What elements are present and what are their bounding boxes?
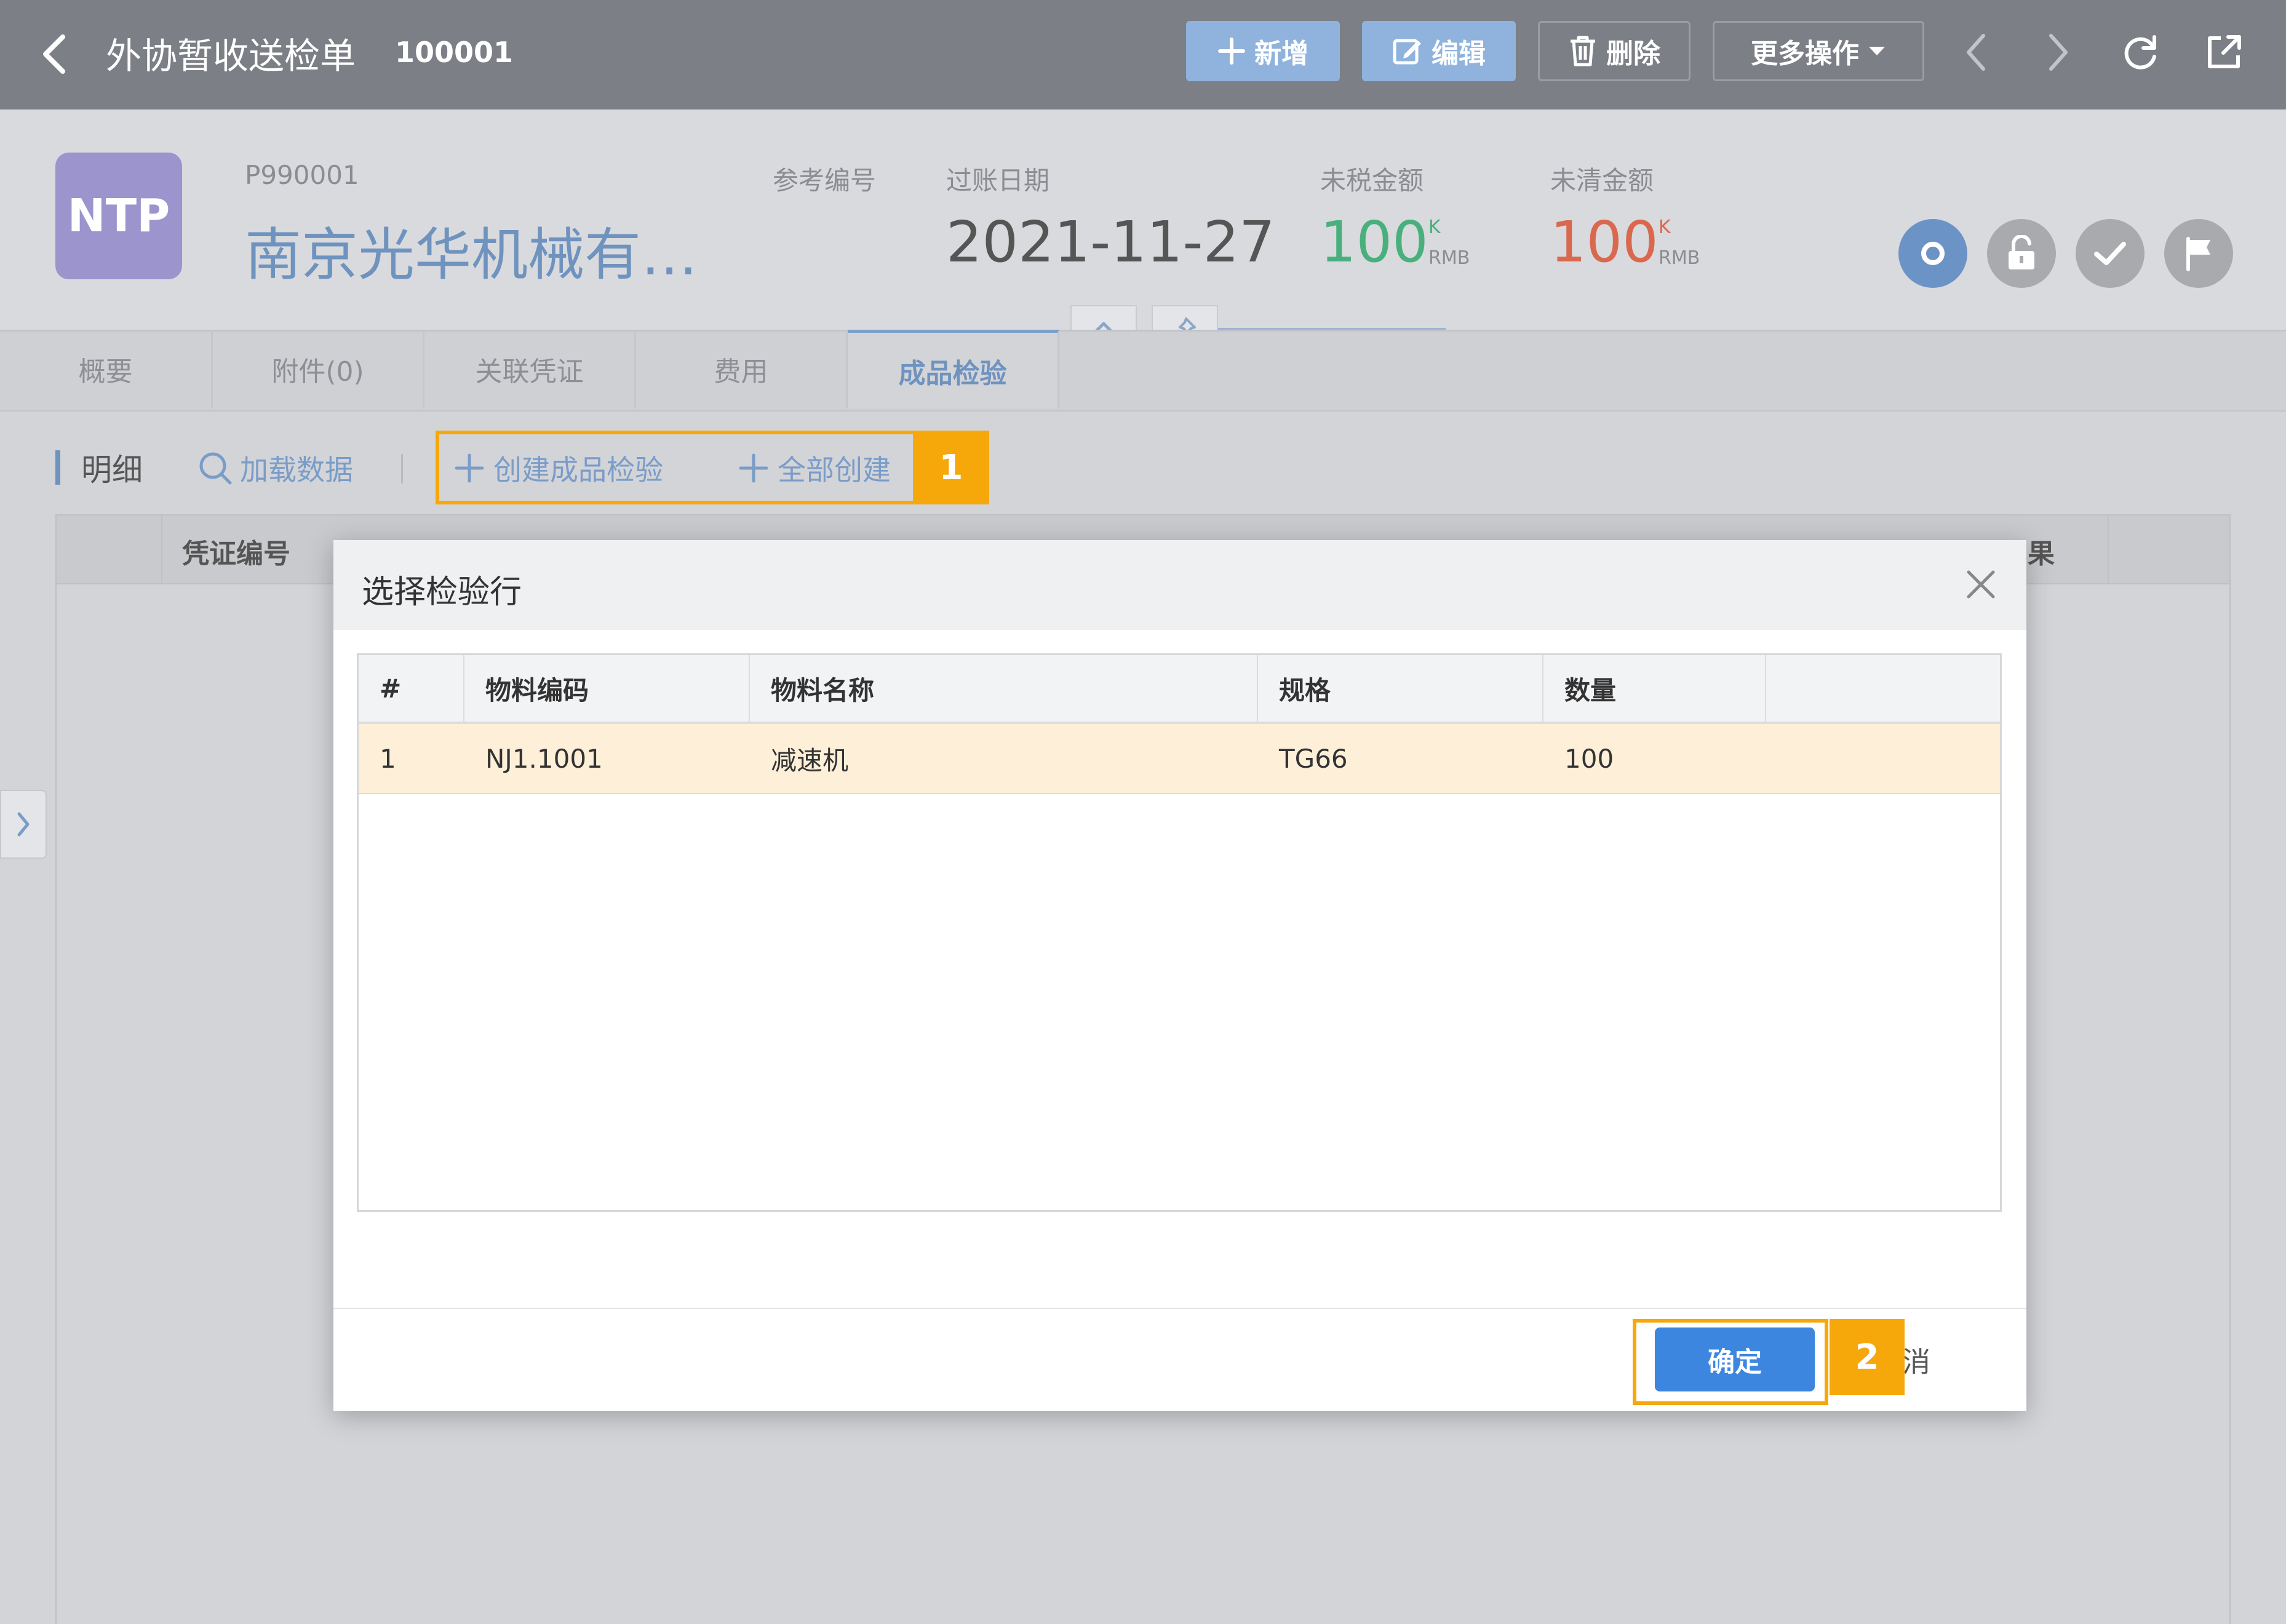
previous-icon[interactable]	[1961, 31, 1992, 74]
plus-icon	[455, 453, 484, 483]
edit-button[interactable]: 编辑	[1362, 21, 1516, 81]
inspection-line-table: # 物料编码 物料名称 规格 数量 1 NJ1.1001 减速机 TG66 10…	[357, 653, 2002, 1212]
untaxed-amount-value: 100	[1320, 209, 1428, 275]
delete-button-label: 删除	[1606, 38, 1660, 70]
grid-col-divider	[161, 514, 162, 584]
cell-blank	[1766, 724, 2000, 794]
plus-icon	[1217, 37, 1246, 65]
table-row[interactable]: 1 NJ1.1001 减速机 TG66 100	[359, 724, 2000, 794]
tab-product-inspection[interactable]: 成品检验	[848, 330, 1059, 408]
doc-number: 100001	[395, 36, 514, 69]
approve-button[interactable]	[2076, 219, 2145, 288]
status-open-button[interactable]	[1898, 219, 1967, 288]
search-icon	[199, 452, 232, 485]
more-actions-label: 更多操作	[1751, 38, 1859, 70]
dialog-footer-divider	[333, 1308, 2026, 1309]
tab-expenses[interactable]: 费用	[636, 330, 848, 408]
edit-icon	[1392, 36, 1423, 66]
reference-label: 参考编号	[773, 165, 877, 196]
next-icon[interactable]	[2042, 31, 2073, 74]
grid-col-divider	[2108, 514, 2109, 584]
create-all-button[interactable]: 全部创建	[737, 448, 891, 488]
circle-icon	[1921, 242, 1945, 265]
delete-button[interactable]: 删除	[1538, 21, 1691, 81]
untaxed-amount-label: 未税金额	[1320, 165, 1424, 196]
untaxed-amount-currency: RMB	[1428, 247, 1470, 269]
refresh-icon[interactable]	[2120, 32, 2161, 73]
untaxed-amount-unit: K	[1428, 217, 1441, 238]
detail-section-title: 明细	[81, 452, 143, 488]
grid-header-doc-number: 凭证编号	[182, 538, 290, 570]
load-data-label: 加载数据	[240, 453, 353, 487]
tab-related-documents[interactable]: 关联凭证	[424, 330, 636, 408]
back-icon[interactable]	[37, 32, 74, 76]
page-title: 外协暂收送检单	[106, 35, 356, 77]
lock-button[interactable]	[1987, 219, 2056, 288]
step-badge-1: 1	[913, 431, 989, 504]
create-inspection-button[interactable]: 创建成品检验	[453, 448, 663, 488]
toolbar-divider	[401, 454, 403, 484]
dialog-header	[333, 540, 2026, 630]
column-header-index: #	[359, 655, 464, 724]
unlock-icon	[2009, 235, 2034, 269]
more-actions-dropdown[interactable]: 更多操作	[1713, 21, 1924, 81]
column-header-material-code: 物料编码	[464, 655, 750, 724]
posting-date-label: 过账日期	[946, 165, 1050, 196]
step-badge-2: 2	[1830, 1319, 1905, 1395]
edit-button-label: 编辑	[1432, 38, 1486, 70]
side-panel-toggle[interactable]	[0, 790, 47, 859]
partner-code: P990001	[245, 160, 359, 190]
trash-icon	[1568, 35, 1598, 67]
grid-header-result: 果	[2028, 538, 2055, 570]
posting-date-value: 2021-11-27	[946, 209, 1275, 275]
cell-index: 1	[359, 724, 464, 794]
dialog-title: 选择检验行	[362, 574, 522, 611]
checkmark-icon	[2094, 242, 2126, 265]
caret-down-icon	[1868, 45, 1886, 57]
section-marker	[55, 450, 60, 485]
column-header-spec: 规格	[1258, 655, 1543, 724]
new-button[interactable]: 新增	[1186, 21, 1340, 81]
tab-attachments[interactable]: 附件(0)	[213, 330, 424, 408]
new-button-label: 新增	[1254, 38, 1308, 70]
uncleared-amount-currency: RMB	[1659, 247, 1700, 269]
uncleared-amount-unit: K	[1659, 217, 1671, 238]
uncleared-amount-label: 未清金额	[1550, 165, 1654, 196]
cell-spec: TG66	[1258, 724, 1543, 794]
cell-material-name: 减速机	[750, 724, 1258, 794]
flag-icon	[2186, 237, 2210, 271]
confirm-button[interactable]: 确定	[1655, 1327, 1815, 1391]
close-icon[interactable]	[1964, 567, 1998, 602]
top-bar: 外协暂收送检单 100001 新增 编辑 删除 更多操作	[0, 0, 2286, 109]
uncleared-amount-value: 100	[1550, 209, 1659, 275]
export-icon[interactable]	[2204, 32, 2244, 73]
column-header-material-name: 物料名称	[750, 655, 1258, 724]
avatar: NTP	[55, 153, 182, 279]
plus-icon	[739, 453, 768, 483]
create-all-label: 全部创建	[778, 453, 891, 487]
select-inspection-dialog: 选择检验行 # 物料编码 物料名称 规格 数量 1 NJ1.1001 减速机 T…	[333, 540, 2026, 1411]
cell-material-code: NJ1.1001	[464, 724, 750, 794]
chevron-right-icon	[17, 812, 30, 837]
cell-quantity: 100	[1543, 724, 1766, 794]
create-inspection-label: 创建成品检验	[493, 453, 663, 487]
tab-overview[interactable]: 概要	[0, 330, 213, 408]
flag-button[interactable]	[2164, 219, 2233, 288]
column-header-quantity: 数量	[1543, 655, 1766, 724]
company-name[interactable]: 南京光华机械有…	[245, 209, 698, 291]
column-header-blank	[1766, 655, 2000, 724]
load-data-button[interactable]: 加载数据	[197, 448, 353, 488]
